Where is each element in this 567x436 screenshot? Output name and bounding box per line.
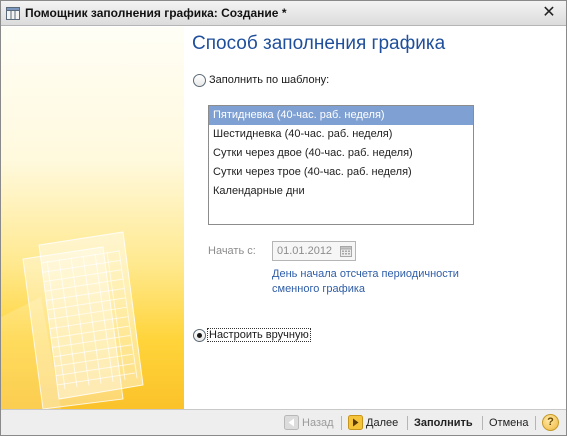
template-list-item[interactable]: Сутки через трое (40-час. раб. неделя) — [209, 163, 473, 182]
template-list-item[interactable]: Пятидневка (40-час. раб. неделя) — [209, 106, 473, 125]
manual-radio[interactable] — [193, 329, 206, 342]
start-date-label: Начать с: — [208, 245, 256, 257]
template-list[interactable]: Пятидневка (40-час. раб. неделя) Шестидн… — [208, 105, 474, 225]
back-button[interactable]: Назад — [284, 414, 334, 432]
start-date-value: 01.01.2012 — [277, 245, 333, 257]
separator — [407, 416, 408, 430]
cancel-button[interactable]: Отмена — [489, 414, 528, 432]
back-button-label: Назад — [302, 417, 334, 429]
page-title: Способ заполнения графика — [192, 33, 446, 54]
calendar-icon[interactable] — [339, 244, 353, 258]
start-date-field[interactable]: 01.01.2012 — [272, 241, 356, 261]
window-title: Помощник заполнения графика: Создание * — [25, 6, 287, 20]
close-button[interactable]: ✕ — [540, 4, 558, 22]
template-list-item[interactable]: Сутки через двое (40-час. раб. неделя) — [209, 144, 473, 163]
separator — [482, 416, 483, 430]
template-list-item[interactable]: Шестидневка (40-час. раб. неделя) — [209, 125, 473, 144]
fill-button[interactable]: Заполнить — [414, 414, 473, 432]
separator — [341, 416, 342, 430]
button-bar: Назад Далее Заполнить Отмена ? — [1, 409, 566, 435]
title-bar: Помощник заполнения графика: Создание * … — [1, 1, 566, 26]
dialog-window: Помощник заполнения графика: Создание * … — [0, 0, 567, 436]
main-content: Способ заполнения графика Заполнить по ш… — [184, 27, 566, 409]
arrow-right-icon — [348, 414, 363, 430]
table-icon — [6, 7, 20, 20]
next-button-label: Далее — [366, 417, 399, 429]
help-icon[interactable]: ? — [542, 414, 559, 431]
manual-radio-label[interactable]: Настроить вручную — [207, 328, 311, 342]
template-radio[interactable] — [193, 74, 206, 87]
side-illustration-panel — [1, 27, 184, 409]
separator — [535, 416, 536, 430]
calendar-illustration — [1, 231, 144, 409]
template-list-item[interactable]: Календарные дни — [209, 182, 473, 201]
arrow-left-icon — [284, 414, 299, 430]
next-button[interactable]: Далее — [348, 414, 398, 432]
template-radio-label[interactable]: Заполнить по шаблону: — [209, 74, 329, 86]
start-date-hint: День начала отсчета периодичности сменно… — [272, 268, 459, 295]
